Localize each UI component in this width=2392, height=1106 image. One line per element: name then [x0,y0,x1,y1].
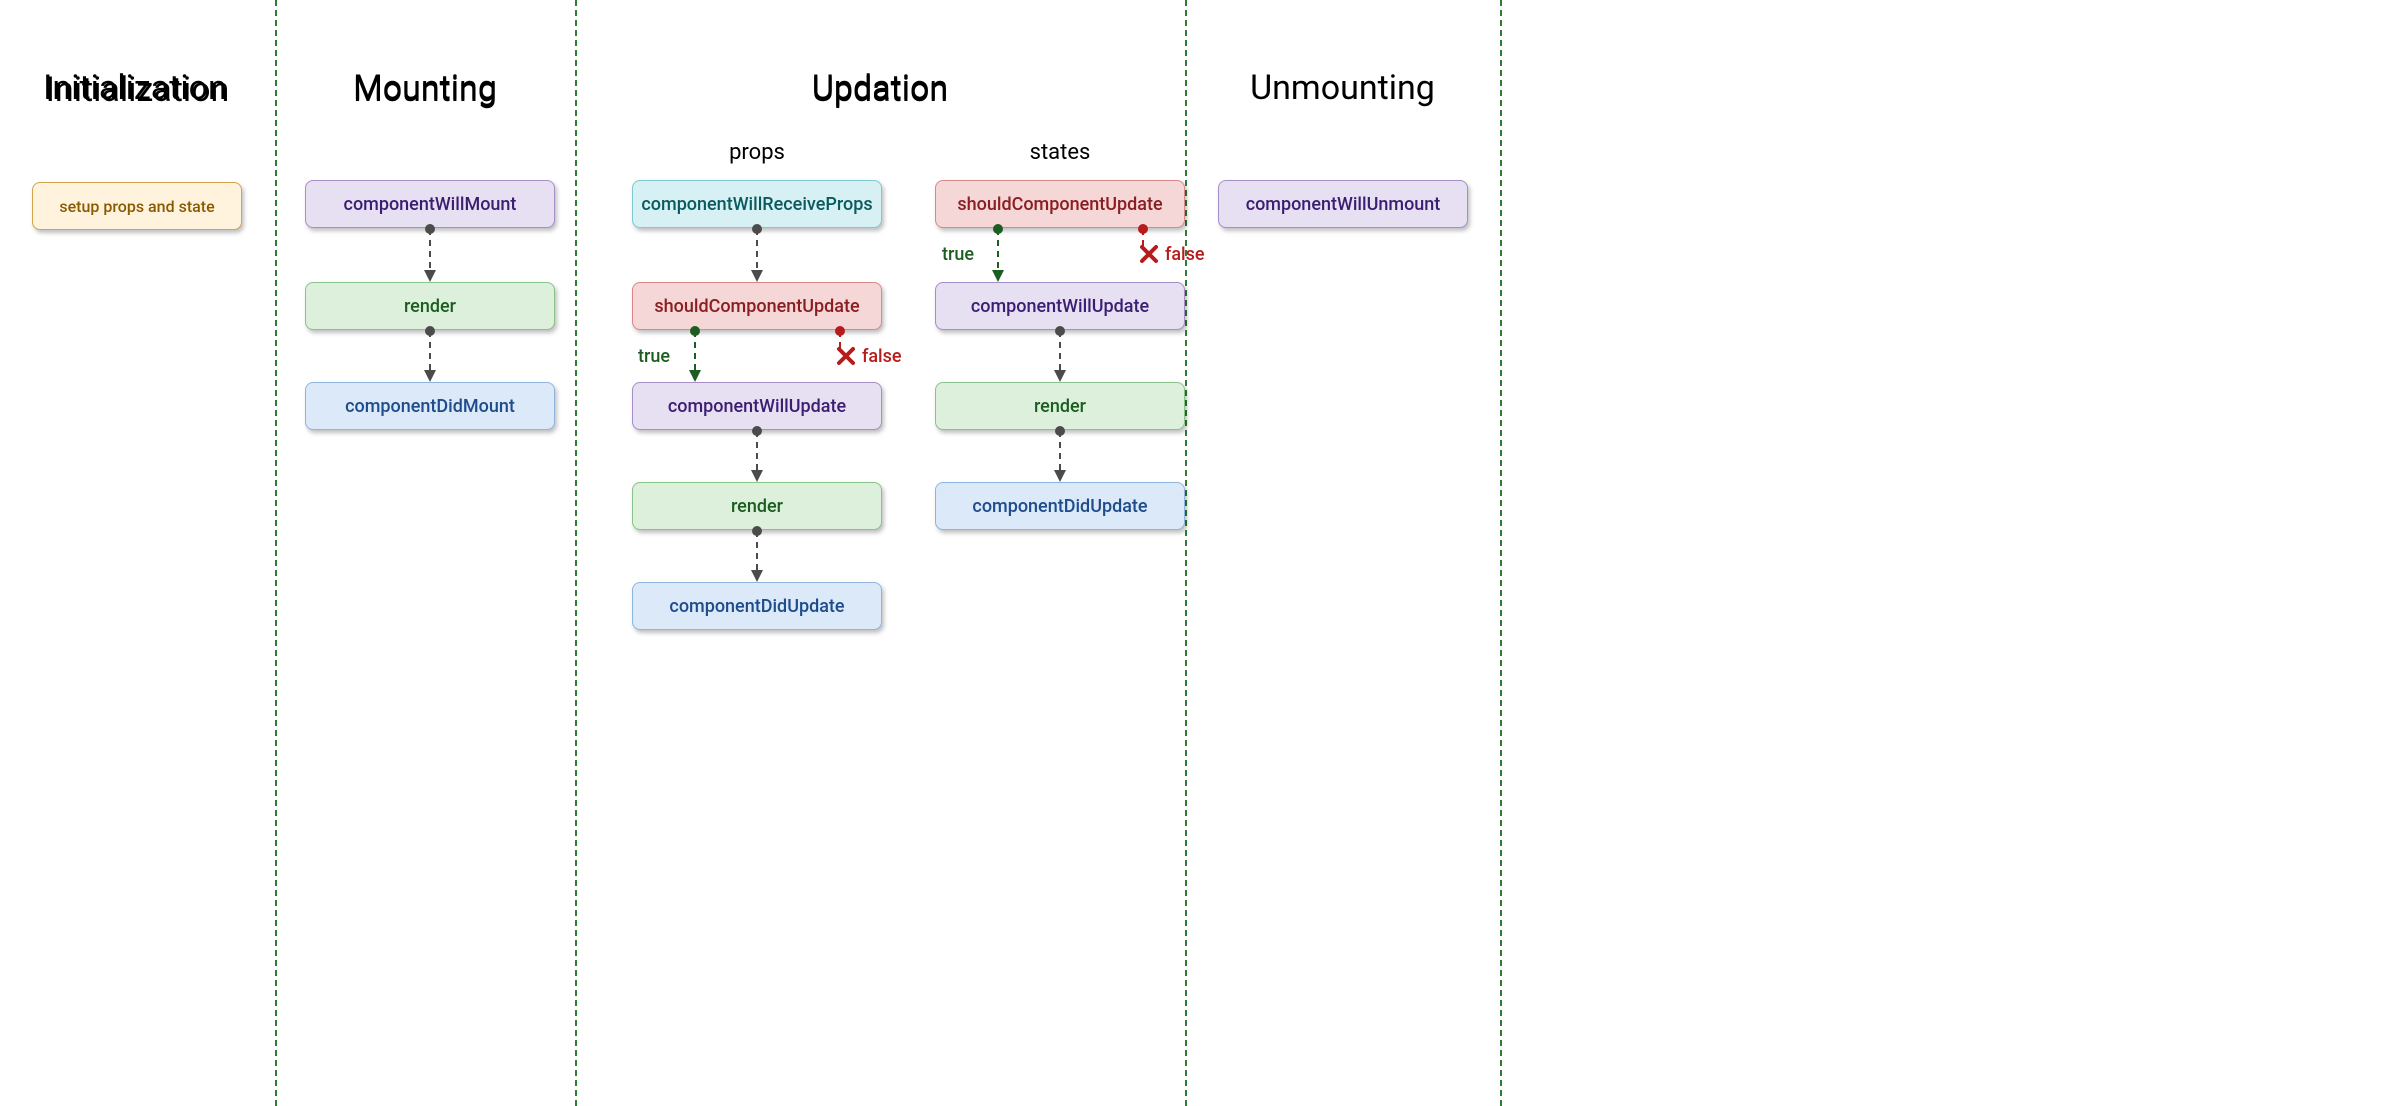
phase-title-initialization: Initialization [0,68,270,108]
node-component-will-unmount: componentWillUnmount [1218,180,1468,228]
stop-icon [834,344,858,368]
subheading-props: props [632,140,882,165]
subheading-states: states [935,140,1185,165]
node-render-states: render [935,382,1185,430]
node-component-did-mount: componentDidMount [305,382,555,430]
node-mount-render: render [305,282,555,330]
node-render-props: render [632,482,882,530]
node-component-did-update-props: componentDidUpdate [632,582,882,630]
label-true-props: true [638,346,670,367]
connector-overlay [0,0,2392,1106]
node-setup-props-state: setup props and state [32,182,242,230]
node-component-did-update-states: componentDidUpdate [935,482,1185,530]
phase-title-mounting: Mounting [275,68,575,108]
label-false-states: false [1165,244,1205,265]
phase-title-unmounting: Unmounting [1185,68,1500,108]
node-component-will-update-states: componentWillUpdate [935,282,1185,330]
node-should-component-update-props: shouldComponentUpdate [632,282,882,330]
node-component-will-mount: componentWillMount [305,180,555,228]
node-should-component-update-states: shouldComponentUpdate [935,180,1185,228]
label-false-props: false [862,346,902,367]
phase-title-updation: Updation [575,68,1185,108]
label-true-states: true [942,244,974,265]
stop-icon [1137,242,1161,266]
node-component-will-update-props: componentWillUpdate [632,382,882,430]
node-component-will-receive-props: componentWillReceiveProps [632,180,882,228]
